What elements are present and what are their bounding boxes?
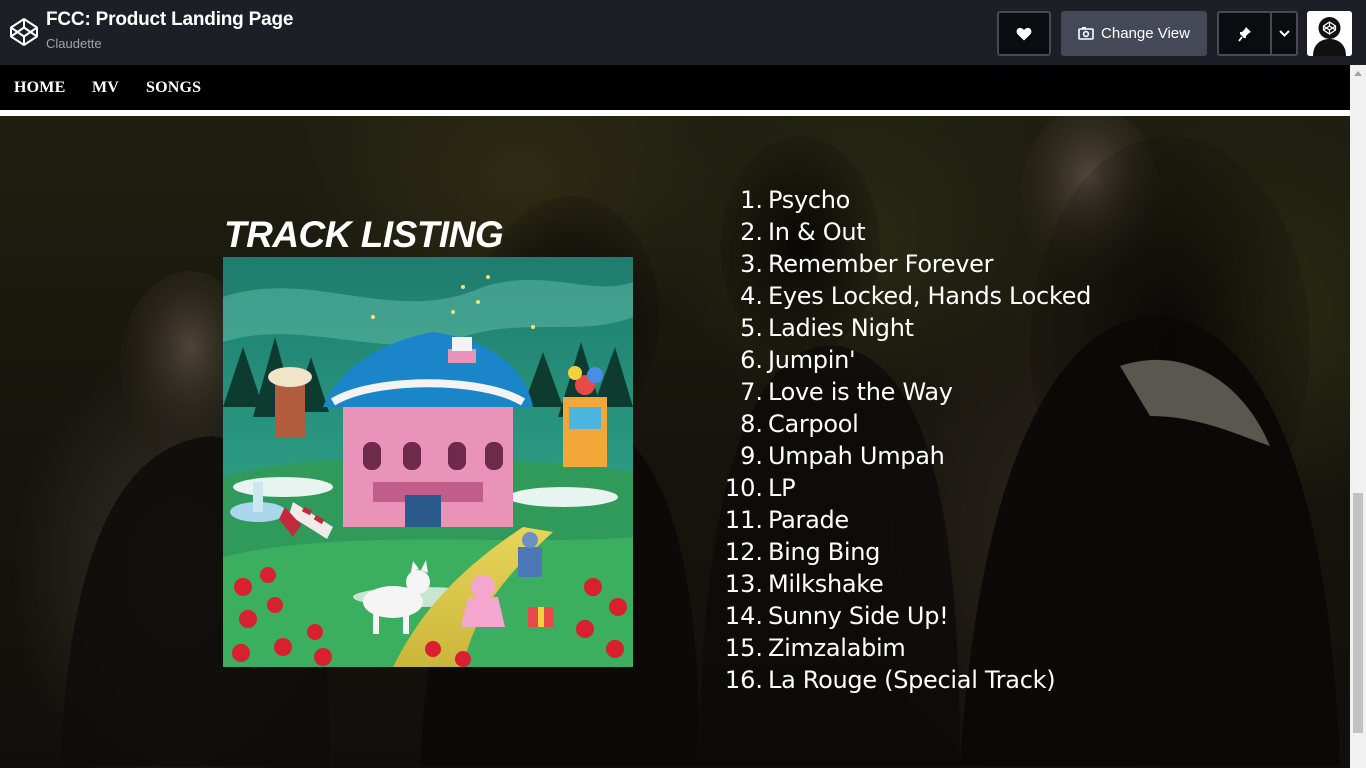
track-item: 6. Jumpin' bbox=[720, 344, 1091, 376]
track-number: 4. bbox=[740, 282, 763, 310]
track-title: La Rouge (Special Track) bbox=[768, 666, 1056, 694]
background-overlay bbox=[0, 116, 1350, 768]
track-number: 5. bbox=[740, 314, 763, 342]
track-title: Psycho bbox=[768, 186, 851, 214]
pen-author[interactable]: Claudette bbox=[46, 36, 102, 51]
track-item: 9. Umpah Umpah bbox=[720, 440, 1091, 472]
track-number: 6. bbox=[740, 346, 763, 374]
track-title: Sunny Side Up! bbox=[768, 602, 949, 630]
track-title: Parade bbox=[768, 506, 849, 534]
track-item: 12. Bing Bing bbox=[720, 536, 1091, 568]
change-view-button[interactable]: Change View bbox=[1061, 11, 1207, 56]
change-view-label: Change View bbox=[1101, 25, 1190, 42]
track-number: 7. bbox=[740, 378, 763, 406]
track-title: Milkshake bbox=[768, 570, 884, 598]
track-number: 12. bbox=[724, 538, 763, 566]
track-number: 13. bbox=[724, 570, 763, 598]
track-number: 14. bbox=[724, 602, 763, 630]
site-navbar: HOME MV SONGS bbox=[0, 65, 1350, 110]
track-number: 9. bbox=[740, 442, 763, 470]
track-item: 16. La Rouge (Special Track) bbox=[720, 664, 1091, 696]
pin-button[interactable] bbox=[1219, 13, 1270, 54]
track-number: 10. bbox=[724, 474, 763, 502]
track-title: In & Out bbox=[768, 218, 866, 246]
track-title: Eyes Locked, Hands Locked bbox=[768, 282, 1092, 310]
nav-link-home[interactable]: HOME bbox=[14, 79, 65, 97]
track-number: 15. bbox=[724, 634, 763, 662]
track-title: Carpool bbox=[768, 410, 859, 438]
track-number: 16. bbox=[724, 666, 763, 694]
pen-title[interactable]: FCC: Product Landing Page bbox=[46, 9, 293, 31]
track-item: 11. Parade bbox=[720, 504, 1091, 536]
heart-icon bbox=[1016, 27, 1032, 40]
nav-link-mv[interactable]: MV bbox=[92, 79, 119, 97]
pin-icon bbox=[1237, 26, 1251, 42]
nav-link-songs[interactable]: SONGS bbox=[146, 79, 201, 97]
like-button[interactable] bbox=[997, 11, 1051, 56]
track-item: 3. Remember Forever bbox=[720, 248, 1091, 280]
scroll-up-arrow-icon[interactable] bbox=[1354, 71, 1362, 76]
album-cover-image bbox=[223, 257, 633, 667]
track-list: 1. Psycho 2. In & Out 3. Remember Forever 4… bbox=[720, 184, 1092, 696]
track-number: 11. bbox=[724, 506, 763, 534]
avatar-icon bbox=[1307, 11, 1352, 56]
track-title: Remember Forever bbox=[768, 250, 994, 278]
track-title: Love is the Way bbox=[768, 378, 953, 406]
track-number: 8. bbox=[740, 410, 763, 438]
track-title: Jumpin' bbox=[768, 346, 856, 374]
track-number: 3. bbox=[740, 250, 763, 278]
pin-menu-button[interactable] bbox=[1272, 13, 1296, 54]
codepen-header: FCC: Product Landing Page Claudette Chan… bbox=[0, 0, 1366, 65]
track-item: 13. Milkshake bbox=[720, 568, 1091, 600]
track-number: 1. bbox=[740, 186, 763, 214]
track-title: Bing Bing bbox=[768, 538, 881, 566]
track-item: 10. LP bbox=[720, 472, 1091, 504]
track-title: Zimzalabim bbox=[768, 634, 906, 662]
view-icon bbox=[1078, 27, 1094, 40]
track-title: LP bbox=[768, 474, 796, 502]
track-listing-section: TRACK LISTING 1. Psycho 2. In & Out 3. R… bbox=[0, 116, 1350, 768]
track-item: 15. Zimzalabim bbox=[720, 632, 1091, 664]
track-item: 5. Ladies Night bbox=[720, 312, 1091, 344]
track-item: 1. Psycho bbox=[720, 184, 1091, 216]
preview-scrollbar[interactable] bbox=[1350, 65, 1366, 768]
pin-button-group bbox=[1217, 11, 1298, 56]
track-title: Umpah Umpah bbox=[768, 442, 945, 470]
track-item: 8. Carpool bbox=[720, 408, 1091, 440]
track-item: 7. Love is the Way bbox=[720, 376, 1091, 408]
user-avatar[interactable] bbox=[1307, 11, 1352, 56]
track-item: 2. In & Out bbox=[720, 216, 1091, 248]
scrollbar-thumb[interactable] bbox=[1353, 493, 1363, 733]
chevron-down-icon bbox=[1278, 30, 1290, 37]
codepen-logo-icon[interactable] bbox=[8, 16, 40, 48]
track-title: Ladies Night bbox=[768, 314, 914, 342]
track-item: 14. Sunny Side Up! bbox=[720, 600, 1091, 632]
track-item: 4. Eyes Locked, Hands Locked bbox=[720, 280, 1091, 312]
track-number: 2. bbox=[740, 218, 763, 246]
track-listing-heading: TRACK LISTING bbox=[224, 214, 504, 255]
